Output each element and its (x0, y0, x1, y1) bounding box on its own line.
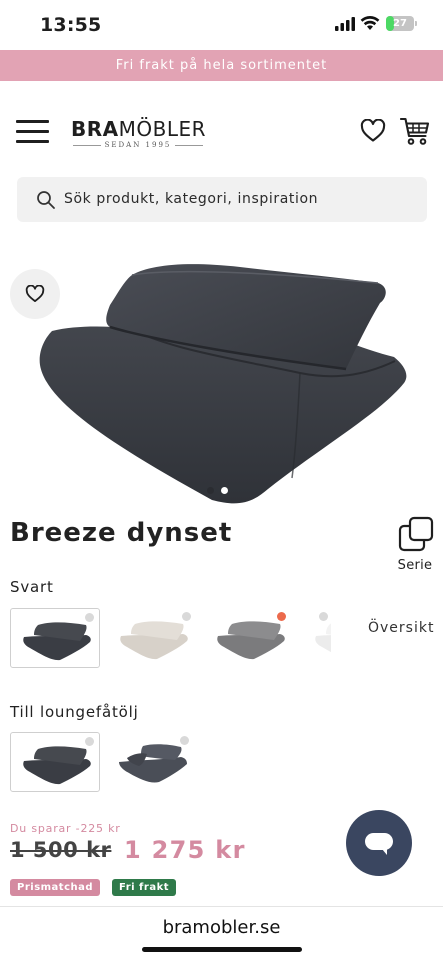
product-title: Breeze dynset (10, 518, 233, 548)
price-match-badge: Prismatchad (10, 879, 101, 896)
logo-rule-right (175, 145, 203, 146)
stock-status-dot (85, 737, 94, 746)
heart-icon (25, 285, 45, 303)
home-indicator (142, 947, 302, 952)
logo-bold-text: BRA (71, 117, 119, 141)
carousel-dot[interactable] (207, 487, 214, 494)
battery-percentage: 27 (393, 18, 407, 29)
stock-status-dot (319, 612, 328, 621)
carousel-dot[interactable] (221, 487, 228, 494)
stock-status-dot (277, 612, 286, 621)
search-input[interactable]: Sök produkt, kategori, inspiration (17, 177, 427, 222)
color-option-gra[interactable] (205, 608, 295, 668)
product-image-carousel[interactable] (0, 243, 443, 508)
browser-url: bramobler.se (162, 917, 281, 938)
free-shipping-badge: Fri frakt (112, 879, 176, 896)
logo-regular-text: MÖBLER (118, 117, 207, 141)
chat-button[interactable] (346, 810, 412, 876)
cart-icon[interactable] (400, 116, 430, 146)
carousel-dots[interactable] (207, 487, 237, 495)
cushion-thumbnail (23, 622, 91, 661)
battery-icon: 27 (386, 16, 414, 31)
cushion-thumbnail (315, 623, 331, 653)
stock-status-dot (182, 612, 191, 621)
browser-address-bar[interactable]: bramobler.se (0, 906, 443, 960)
cushion-thumbnail (120, 621, 188, 660)
color-variant-label: Svart (10, 578, 54, 596)
savings-text: Du sparar -225 kr (10, 822, 121, 835)
status-bar: 13:55 27 (0, 0, 443, 50)
battery-tip (415, 21, 417, 26)
site-logo[interactable]: BRAMÖBLER SEDAN 1995 (71, 117, 211, 151)
site-header: BRAMÖBLER SEDAN 1995 Sök produkt, katego… (0, 81, 443, 243)
heart-icon[interactable] (360, 119, 386, 143)
color-option-vit[interactable] (303, 608, 331, 668)
stock-status-dot (180, 736, 189, 745)
promo-banner: Fri frakt på hela sortimentet (0, 50, 443, 81)
serie-label: Serie (397, 558, 433, 573)
chair-option-1[interactable] (10, 732, 100, 792)
stock-status-dot (85, 613, 94, 622)
search-placeholder: Sök produkt, kategori, inspiration (64, 191, 319, 207)
cushion-thumbnail (217, 621, 285, 660)
serie-button[interactable]: Serie (392, 516, 438, 576)
chair-variant-label: Till loungefåtölj (10, 703, 139, 721)
search-icon (37, 191, 55, 209)
color-option-svart[interactable] (10, 608, 100, 668)
signal-icon (335, 17, 355, 31)
status-time: 13:55 (40, 14, 102, 36)
color-option-ljus[interactable] (108, 608, 198, 668)
chat-bubble-icon (365, 833, 393, 855)
product-photo (39, 264, 407, 504)
sale-price: 1 275 kr (124, 836, 246, 864)
product-wishlist-button[interactable] (10, 269, 60, 319)
promo-text: Fri frakt på hela sortimentet (115, 58, 328, 73)
copy-icon (398, 516, 434, 552)
overview-link[interactable]: Översikt (368, 620, 434, 636)
hamburger-menu-icon[interactable] (16, 120, 49, 144)
cushion-thumbnail (23, 746, 91, 785)
cushion-thumbnail (119, 744, 187, 783)
wifi-icon (360, 15, 380, 30)
original-price: 1 500 kr (10, 838, 112, 862)
chair-option-2[interactable] (108, 732, 198, 792)
